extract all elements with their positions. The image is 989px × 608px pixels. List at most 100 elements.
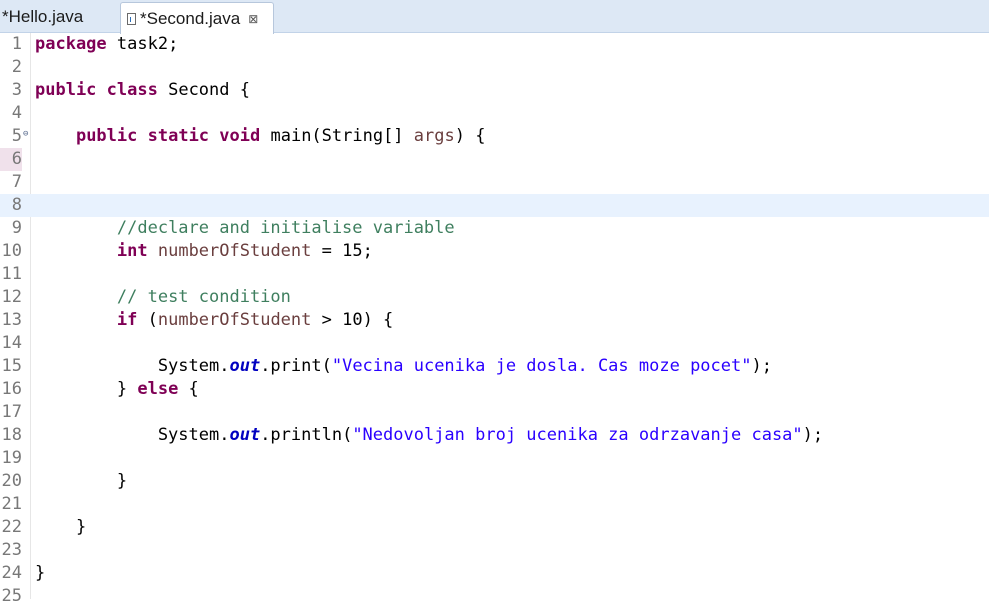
line-number: 23 bbox=[1, 540, 22, 560]
code-token: } bbox=[35, 471, 128, 491]
line-number: 19 bbox=[1, 448, 22, 468]
tab-hello-java[interactable]: *Hello.java bbox=[0, 2, 118, 32]
string-token: "Nedovoljan broj ucenika za odrzavanje c… bbox=[352, 425, 803, 445]
code-token: { bbox=[178, 379, 199, 399]
code-text: if (numberOfStudent > 10) { bbox=[35, 309, 393, 332]
field-token: out bbox=[229, 425, 261, 445]
line-number: 15 bbox=[1, 356, 22, 376]
code-token: .println( bbox=[260, 425, 353, 445]
code-line[interactable]: 19 bbox=[0, 447, 989, 470]
code-line[interactable]: 1 package task2; bbox=[0, 33, 989, 56]
line-number: 16 bbox=[1, 379, 22, 399]
line-number: 20 bbox=[1, 471, 22, 491]
line-number: 14 bbox=[1, 333, 22, 353]
code-line[interactable]: 21 bbox=[0, 493, 989, 516]
code-token: System. bbox=[35, 356, 230, 376]
code-token: System. bbox=[35, 425, 230, 445]
keyword-token: void bbox=[219, 126, 261, 146]
variable-token: args bbox=[413, 126, 455, 146]
line-number: 21 bbox=[1, 494, 22, 514]
code-line[interactable]: 2 bbox=[0, 56, 989, 79]
keyword-token: if bbox=[116, 310, 138, 330]
keyword-token: static bbox=[147, 126, 210, 146]
fold-toggle-icon[interactable]: ⊖ bbox=[23, 130, 28, 139]
code-text: // test condition bbox=[35, 286, 291, 309]
code-text: package task2; bbox=[35, 33, 178, 56]
code-token: main(String[] bbox=[260, 126, 414, 146]
line-number: 11 bbox=[1, 264, 22, 284]
code-line[interactable]: 22 } bbox=[0, 516, 989, 539]
code-token: ( bbox=[137, 310, 158, 330]
code-text: int numberOfStudent = 15; bbox=[35, 240, 373, 263]
code-line[interactable]: 5 ⊖ public static void main(String[] args… bbox=[0, 125, 989, 148]
tab-hello-label: *Hello.java bbox=[2, 7, 84, 26]
code-token: } bbox=[35, 517, 87, 537]
line-number: 4 bbox=[11, 103, 22, 123]
code-token: > 10) { bbox=[311, 310, 394, 330]
code-token: = 15; bbox=[311, 241, 373, 261]
code-token: task2; bbox=[106, 34, 179, 54]
code-line[interactable]: 12 // test condition bbox=[0, 286, 989, 309]
code-line[interactable]: 11 bbox=[0, 263, 989, 286]
code-line[interactable]: 25 bbox=[0, 585, 989, 608]
code-line[interactable]: 24} bbox=[0, 562, 989, 585]
field-token: out bbox=[229, 356, 261, 376]
code-line[interactable]: 3 public class Second { bbox=[0, 79, 989, 102]
variable-token: numberOfStudent bbox=[157, 310, 312, 330]
code-line[interactable]: 20 } bbox=[0, 470, 989, 493]
code-text: System.out.println("Nedovoljan broj ucen… bbox=[35, 424, 823, 447]
code-editor[interactable]: 1 package task2; 2 3 public class Second {4 5… bbox=[0, 33, 989, 606]
code-line[interactable]: 13 if (numberOfStudent > 10) { bbox=[0, 309, 989, 332]
line-number: 22 bbox=[1, 517, 22, 537]
close-tab-icon[interactable]: ⊠ bbox=[248, 12, 258, 26]
code-line[interactable]: 7 bbox=[0, 171, 989, 194]
code-line[interactable]: 14 bbox=[0, 332, 989, 355]
keyword-token: else bbox=[137, 379, 179, 399]
code-text: } bbox=[35, 562, 45, 585]
code-line[interactable]: 6 bbox=[0, 148, 989, 171]
code-line[interactable]: 18 System.out.println("Nedovoljan broj u… bbox=[0, 424, 989, 447]
code-token: ); bbox=[751, 356, 772, 376]
line-number: 24 bbox=[1, 563, 22, 583]
comment-token: //declare and initialise variable bbox=[116, 218, 455, 238]
line-number: 10 bbox=[1, 241, 22, 261]
code-line[interactable]: 8 bbox=[0, 194, 989, 217]
editor-tab-bar: *Hello.java *Second.java ⊠ bbox=[0, 0, 989, 34]
code-line[interactable]: 23 bbox=[0, 539, 989, 562]
comment-token: // test condition bbox=[116, 287, 291, 307]
code-token: ); bbox=[802, 425, 824, 445]
line-number: 18 bbox=[1, 425, 22, 445]
line-number: 1 bbox=[11, 34, 22, 54]
code-token: ) { bbox=[454, 126, 486, 146]
keyword-token: public bbox=[35, 80, 97, 100]
code-line[interactable]: 4 bbox=[0, 102, 989, 125]
code-line[interactable]: 10 int numberOfStudent = 15; bbox=[0, 240, 989, 263]
tab-second-java[interactable]: *Second.java ⊠ bbox=[120, 2, 274, 34]
code-line[interactable]: 15 System.out.print("Vecina ucenika je d… bbox=[0, 355, 989, 378]
keyword-token: package bbox=[35, 34, 107, 54]
code-text: public class Second { bbox=[35, 79, 250, 102]
line-number: 3 bbox=[11, 80, 22, 100]
code-text: } bbox=[35, 516, 86, 539]
keyword-token: public bbox=[75, 126, 138, 146]
code-token: } bbox=[35, 563, 46, 583]
line-number: 6 bbox=[0, 148, 22, 171]
code-line[interactable]: 17 bbox=[0, 401, 989, 424]
code-text: System.out.print("Vecina ucenika je dosl… bbox=[35, 355, 772, 378]
line-number: 2 bbox=[11, 57, 22, 77]
variable-token: numberOfStudent bbox=[157, 241, 312, 261]
code-text: //declare and initialise variable bbox=[35, 217, 455, 240]
java-file-icon bbox=[127, 12, 136, 25]
keyword-token: int bbox=[116, 241, 148, 261]
code-line[interactable]: 16 } else { bbox=[0, 378, 989, 401]
code-text: } bbox=[35, 470, 127, 493]
code-token: Second { bbox=[157, 80, 250, 100]
code-text: public static void main(String[] args) { bbox=[35, 125, 486, 148]
code-line[interactable]: 9 //declare and initialise variable bbox=[0, 217, 989, 240]
